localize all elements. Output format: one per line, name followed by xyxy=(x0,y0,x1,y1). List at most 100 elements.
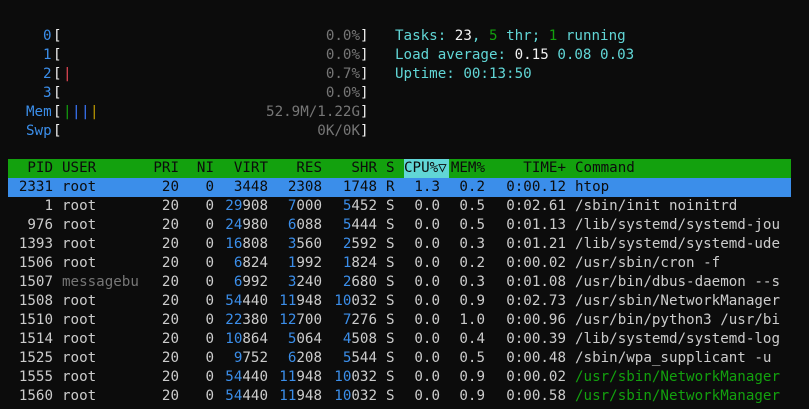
cell-state: S xyxy=(386,255,395,271)
column-header-user[interactable]: USER xyxy=(62,159,96,178)
cell-pid: 1510 xyxy=(18,312,53,328)
process-row[interactable]: 1507 messagebu 20 0 6992 3240 2680 S 0.0 0.3 0:01.… xyxy=(8,273,791,292)
cell-pri: 20 xyxy=(161,198,179,214)
cell-state: S xyxy=(386,312,395,328)
mem-meter-bar: | xyxy=(81,104,90,120)
cell-time: 0:01.13 xyxy=(506,217,566,233)
cell-pid: 2331 xyxy=(18,179,53,195)
column-header-pid[interactable]: PID xyxy=(27,159,53,178)
cell-mem: 0.9 xyxy=(459,293,485,309)
cell-mem: 0.4 xyxy=(459,331,485,347)
process-row[interactable]: 976 root 20 0 24980 6088 5444 S 0.0 0.5 0:01.13/li… xyxy=(8,216,791,235)
process-row[interactable]: 2331 root 20 0 3448 2308 1748 R 1.3 0.2 0:00.12 hto… xyxy=(8,178,791,197)
cell-time: 0:02.61 xyxy=(506,198,566,214)
cpu-meter-close-bracket: ] xyxy=(360,47,369,63)
cell-cpu: 0.0 xyxy=(414,369,440,385)
cell-mem: 0.9 xyxy=(459,388,485,404)
process-row[interactable]: 1525 root 20 0 9752 6208 5544 S 0.0 0.5 0:00.48/sb… xyxy=(8,349,791,368)
cpu-meter-label: 3 xyxy=(43,85,52,101)
cell-pri: 20 xyxy=(161,236,179,252)
column-header-cpu[interactable]: CPU%▽ xyxy=(404,159,449,178)
load-average-line: Load average: 0.15 0.08 0.03 xyxy=(395,47,635,63)
cell-virt: 10864 xyxy=(225,331,268,347)
process-row[interactable]: 1508 root 20 0 54440 11948 10032 S 0.0 0.9 0:02.73… xyxy=(8,292,791,311)
cell-res: 11948 xyxy=(279,369,322,385)
process-row[interactable]: 1560 root 20 0 54440 11948 10032 S 0.0 0.9 0:00.58… xyxy=(8,387,791,406)
process-row[interactable]: 1 root 20 0 29908 7000 5452 S 0.0 0.5 0:02.61/sbin… xyxy=(8,197,791,216)
column-header-time[interactable]: TIME+ xyxy=(523,159,566,178)
cell-state: S xyxy=(386,331,395,347)
column-header-command[interactable]: Command xyxy=(575,159,635,178)
cell-shr: 5452 xyxy=(342,198,377,214)
cell-user: root xyxy=(62,236,97,252)
cell-ni: 0 xyxy=(205,293,214,309)
cell-res: 6088 xyxy=(287,217,322,233)
cell-state: S xyxy=(386,198,395,214)
cell-pri: 20 xyxy=(161,217,179,233)
process-table-header[interactable]: PID USER PRI NI VIRT RES SHR S CPU%▽ MEM% TIME+ Com… xyxy=(8,159,791,178)
cpu-meter-close-bracket: ] xyxy=(360,28,369,44)
cell-time: 0:00.96 xyxy=(506,312,566,328)
cell-virt: 9752 xyxy=(233,350,268,366)
mem-meter-open-bracket: [ xyxy=(53,104,62,120)
cell-mem: 0.5 xyxy=(459,198,485,214)
cell-ni: 0 xyxy=(205,217,214,233)
cell-cpu: 0.0 xyxy=(414,350,440,366)
cell-pri: 20 xyxy=(161,388,179,404)
cell-command: /usr/sbin/NetworkManager xyxy=(575,369,780,385)
cell-state: S xyxy=(386,293,395,309)
column-header-res[interactable]: RES xyxy=(296,159,322,178)
column-header-mem[interactable]: MEM% xyxy=(451,159,485,178)
cpu-meter-open-bracket: [ xyxy=(53,28,62,44)
cell-command: /usr/bin/dbus-daemon --s xyxy=(575,274,780,290)
cell-pid: 1555 xyxy=(18,369,53,385)
mem-meter-bar: | xyxy=(72,104,81,120)
cell-virt: 29908 xyxy=(225,198,268,214)
cell-pid: 1514 xyxy=(18,331,53,347)
cell-mem: 0.5 xyxy=(459,350,485,366)
cell-state: S xyxy=(386,369,395,385)
cell-command: htop xyxy=(575,179,610,195)
cell-res: 7000 xyxy=(287,198,322,214)
cell-pri: 20 xyxy=(161,369,179,385)
cell-shr: 2680 xyxy=(342,274,377,290)
cell-state: S xyxy=(386,350,395,366)
cpu-meter-value: 0.0% xyxy=(325,47,360,63)
column-header-virt[interactable]: VIRT xyxy=(234,159,268,178)
column-header-shr[interactable]: SHR xyxy=(351,159,377,178)
cell-cpu: 0.0 xyxy=(414,274,440,290)
cell-pid: 1560 xyxy=(18,388,53,404)
process-row[interactable]: 1555 root 20 0 54440 11948 10032 S 0.0 0.9 0:00.02… xyxy=(8,368,791,387)
mem-meter-bar: | xyxy=(63,104,72,120)
cell-pid: 1506 xyxy=(18,255,53,271)
cpu-meter-bar: | xyxy=(63,66,72,82)
cell-command: /lib/systemd/systemd-ude xyxy=(575,236,780,252)
cell-state: S xyxy=(386,217,395,233)
process-row[interactable]: 1514 root 20 0 10864 5064 4508 S 0.0 0.4 0:00.39/l… xyxy=(8,330,791,349)
swap-meter-close-bracket: ] xyxy=(360,123,369,139)
column-header-pri[interactable]: PRI xyxy=(153,159,179,178)
cell-shr: 10032 xyxy=(334,388,377,404)
mem-meter-bar: | xyxy=(90,104,99,120)
mem-meter-close-bracket: ] xyxy=(360,104,369,120)
column-header-state[interactable]: S xyxy=(386,159,395,178)
cell-virt: 6992 xyxy=(233,274,268,290)
cpu-meter-close-bracket: ] xyxy=(360,85,369,101)
cell-user: root xyxy=(62,312,97,328)
cell-res: 6208 xyxy=(287,350,322,366)
column-header-ni[interactable]: NI xyxy=(197,159,214,178)
cell-ni: 0 xyxy=(205,312,214,328)
process-row[interactable]: 1506 root 20 0 6824 1992 1824 S 0.0 0.2 0:00.02/us… xyxy=(8,254,791,273)
cell-time: 0:01.08 xyxy=(506,274,566,290)
cell-pri: 20 xyxy=(161,331,179,347)
cell-command: /usr/sbin/NetworkManager xyxy=(575,293,780,309)
cell-time: 0:00.58 xyxy=(506,388,566,404)
cell-mem: 0.2 xyxy=(459,255,485,271)
cell-time: 0:00.02 xyxy=(506,255,566,271)
process-row[interactable]: 1510 root 20 0 22380 12700 7276 S 0.0 1.0 0:00.96 /… xyxy=(8,311,791,330)
tasks-line: Tasks: 23, 5 thr; 1 running xyxy=(395,28,626,44)
cell-shr: 7276 xyxy=(342,312,377,328)
cell-user: root xyxy=(62,331,97,347)
cell-command: /usr/sbin/NetworkManager xyxy=(575,388,780,404)
process-row[interactable]: 1393 root 20 0 16808 3560 2592 S 0.0 0.3 0:01.21/l… xyxy=(8,235,791,254)
